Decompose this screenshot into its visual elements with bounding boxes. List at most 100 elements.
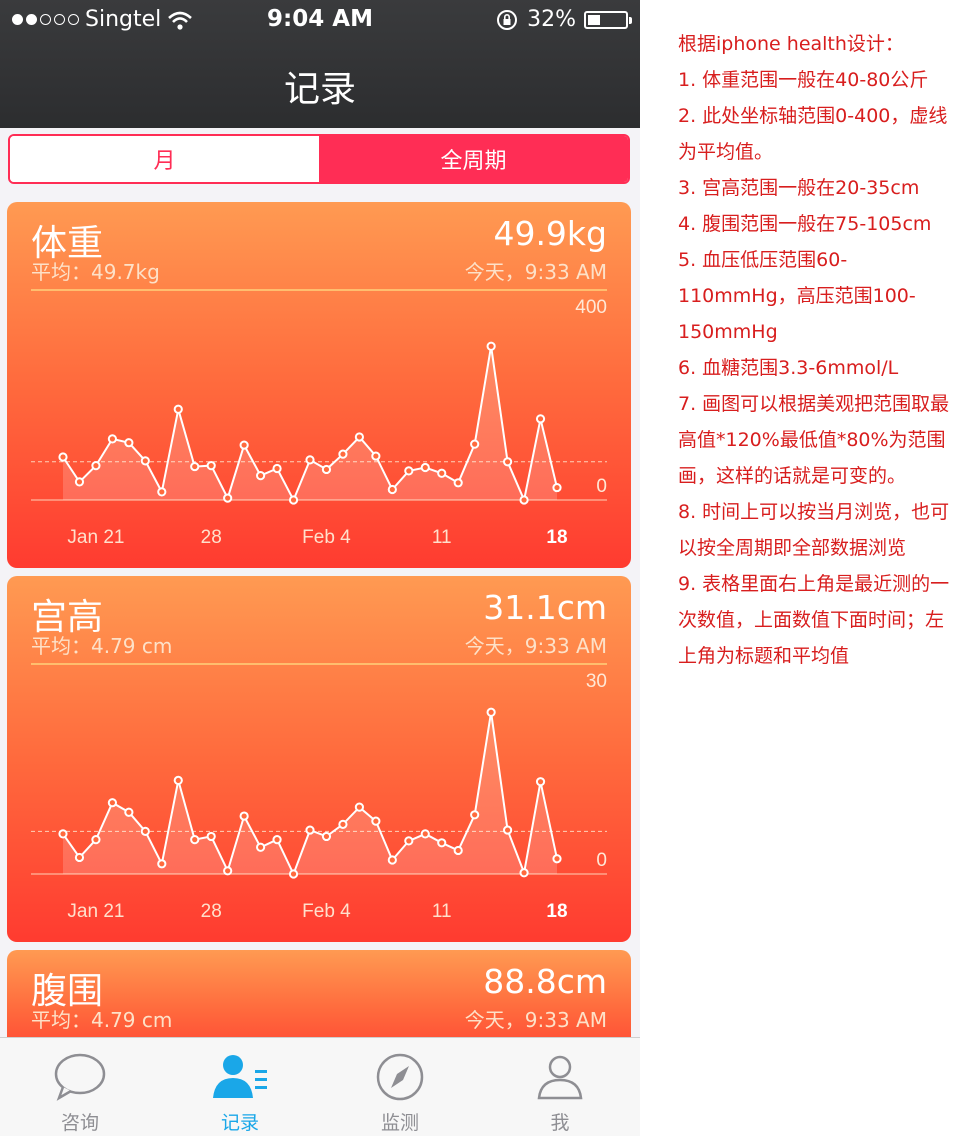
note-line: 8. 时间上可以按当月浏览，也可以按全周期即全部数据浏览 [678, 501, 950, 559]
data-point [503, 825, 513, 835]
x-tick-label: Jan 21 [67, 527, 124, 548]
data-point [321, 464, 332, 475]
data-point [453, 478, 463, 488]
note-line: 3. 宫高范围一般在20-35cm [678, 177, 920, 199]
data-point [288, 495, 299, 505]
data-point [387, 484, 397, 495]
battery-icon [584, 10, 632, 29]
data-point [404, 836, 414, 846]
card-average: 平均：4.79 cm [31, 1008, 173, 1032]
note-line: 5. 血压低压范围60-110mmHg，高压范围100-150mmHg [678, 249, 916, 343]
data-point [272, 835, 282, 845]
x-tick-label: 28 [201, 901, 222, 922]
y-axis-max-label: 400 [575, 297, 607, 318]
card-latest-value: 88.8cm [483, 962, 607, 1001]
data-point [371, 451, 381, 461]
segment-month[interactable]: 月 [10, 136, 319, 182]
data-point [140, 456, 150, 466]
data-point [190, 461, 200, 472]
note-line: 9. 表格里面右上角是最近测的一次数值，上面数值下面时间；左上角为标题和平均值 [678, 573, 950, 667]
x-tick-label: 11 [432, 527, 452, 548]
compass-icon [376, 1053, 424, 1101]
tab-consult[interactable]: 咨询 [0, 1038, 160, 1136]
y-axis-max-label: 30 [586, 671, 607, 692]
status-right: 32% [495, 7, 632, 32]
series-area [63, 346, 557, 500]
data-point [74, 477, 85, 487]
x-tick-label: 11 [432, 901, 452, 922]
data-point [58, 452, 68, 462]
data-point [173, 404, 183, 414]
chat-bubble-icon [54, 1053, 106, 1101]
data-point [206, 461, 216, 471]
design-notes: 根据iphone health设计： 1. 体重范围一般在40-80公斤 2. … [678, 26, 958, 674]
data-point [354, 432, 364, 442]
data-point [437, 468, 447, 478]
data-point [239, 811, 249, 821]
data-point [288, 869, 299, 879]
data-point [470, 810, 480, 820]
tab-bar: 咨询 记录 监测 我 [0, 1037, 640, 1136]
data-point [535, 414, 546, 424]
note-line: 6. 血糖范围3.3-6mmol/L [678, 357, 899, 379]
data-point [256, 842, 266, 852]
data-point [91, 461, 101, 471]
note-line: 7. 画图可以根据美观把范围取最高值*120%最低值*80%为范围画，这样的话就… [678, 393, 950, 487]
tab-records-label: 记录 [220, 1112, 259, 1134]
data-point [354, 802, 364, 812]
y-axis-min-label: 0 [596, 850, 607, 871]
data-point [437, 838, 447, 848]
note-line: 根据iphone health设计： [678, 33, 904, 55]
data-point [256, 471, 266, 481]
data-point [453, 845, 463, 856]
period-segmented-control: 月 全周期 [8, 134, 630, 184]
top-bar: Singtel 9:04 AM 32% 记录 [0, 0, 640, 128]
data-point [91, 835, 101, 845]
data-point [404, 466, 414, 476]
tab-consult-label: 咨询 [60, 1112, 99, 1134]
data-point [107, 798, 118, 808]
x-tick-label: Feb 4 [302, 901, 351, 922]
data-point [305, 455, 315, 465]
tab-me-label: 我 [550, 1112, 570, 1134]
data-point [552, 854, 562, 864]
card-timestamp: 今天，9:33 AM [464, 1008, 607, 1032]
data-point [74, 852, 85, 863]
tab-me[interactable]: 我 [480, 1038, 640, 1136]
data-point [535, 777, 546, 787]
tab-records[interactable]: 记录 [160, 1038, 320, 1136]
data-point [58, 829, 68, 839]
user-list-icon [213, 1055, 267, 1098]
data-point [157, 859, 167, 869]
data-point [124, 807, 134, 817]
data-point [140, 826, 150, 836]
status-bar: Singtel 9:04 AM 32% [0, 0, 640, 40]
data-point [157, 487, 167, 497]
data-point [552, 482, 562, 493]
data-point [486, 707, 496, 717]
tab-monitor-label: 监测 [380, 1112, 419, 1134]
data-point [486, 341, 496, 351]
data-point [387, 855, 397, 865]
phone-screen: Singtel 9:04 AM 32% 记录 月 全周期 体重 49.9kg 平… [0, 0, 640, 1136]
data-point [338, 449, 348, 459]
page-title: 记录 [283, 69, 356, 110]
data-point [206, 831, 216, 842]
weight-chart: 400 0 Jan 21 28 Feb 4 11 18 [31, 289, 607, 548]
data-point [223, 866, 233, 876]
data-point [239, 440, 249, 450]
data-point [420, 829, 430, 839]
data-point [470, 439, 480, 449]
data-point [519, 868, 529, 878]
x-tick-label: 18 [546, 527, 567, 548]
segment-all-period[interactable]: 全周期 [319, 136, 628, 182]
tab-monitor[interactable]: 监测 [320, 1038, 480, 1136]
weight-card[interactable]: 体重 49.9kg 平均：49.7kg 今天，9:33 AM 400 0 Jan 2… [7, 202, 631, 568]
x-tick-label: 18 [546, 901, 567, 922]
data-point [124, 438, 134, 448]
x-tick-label: Feb 4 [302, 527, 351, 548]
note-line: 4. 腹围范围一般在75-105cm [678, 213, 932, 235]
data-point [305, 825, 315, 835]
battery-percent: 32% [527, 7, 576, 32]
fundal-height-card[interactable]: 宫高 31.1cm 平均：4.79 cm 今天，9:33 AM 30 0 Jan 2… [7, 576, 631, 942]
